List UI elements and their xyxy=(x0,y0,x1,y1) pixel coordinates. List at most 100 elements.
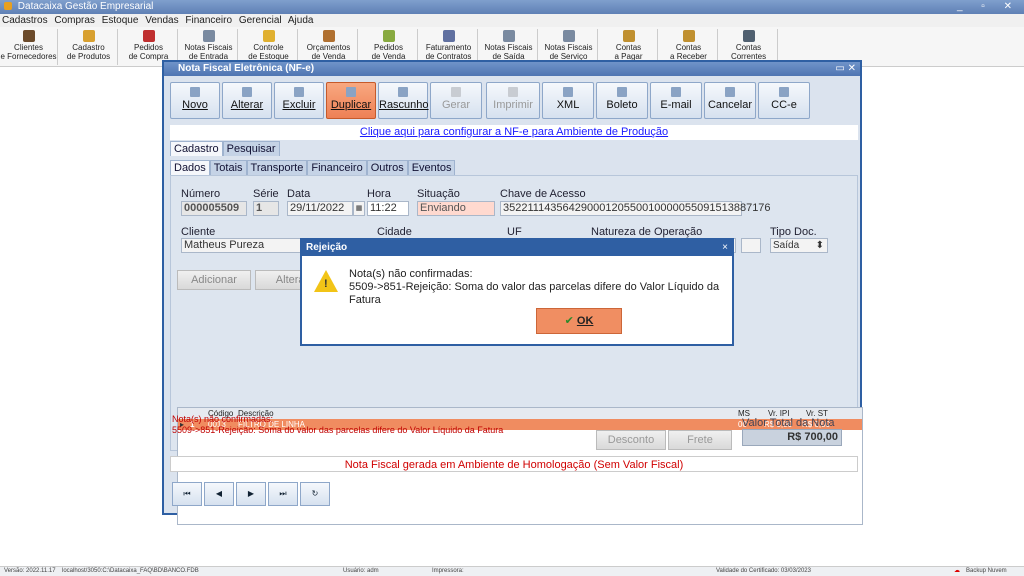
menu-gerencial[interactable]: Gerencial xyxy=(239,15,282,26)
nfe-title-bar: Nota Fiscal Eletrônica (NF-e) ▭ ✕ xyxy=(164,62,860,76)
toolbar-label: Faturamento de Contratos xyxy=(425,43,472,61)
tab-dados[interactable]: Dados xyxy=(170,160,210,175)
ok-button[interactable]: ✔ OK xyxy=(536,308,622,334)
data-field[interactable]: 29/11/2022 xyxy=(287,201,353,216)
toolbar-label: Notas Fiscais de Entrada xyxy=(184,43,233,61)
delete-icon xyxy=(294,87,304,97)
duplicate-icon xyxy=(346,87,356,97)
status-user: Usuário: adm xyxy=(343,568,379,574)
natureza-search-button[interactable] xyxy=(741,238,761,253)
menu-vendas[interactable]: Vendas xyxy=(145,15,178,26)
menu-estoque[interactable]: Estoque xyxy=(102,15,139,26)
button-label: Rascunho xyxy=(379,99,429,111)
edit-icon xyxy=(242,87,252,97)
toolbar-label: Notas Fiscais de Serviço xyxy=(544,43,593,61)
data-label: Data xyxy=(287,188,311,200)
button-label: XML xyxy=(556,99,580,111)
document-icon xyxy=(502,30,515,42)
novo-button[interactable]: Novo xyxy=(170,82,220,119)
error-title: Nota(s) não confirmadas: xyxy=(172,414,274,424)
tab-pesquisar[interactable]: Pesquisar xyxy=(222,141,280,156)
status-certificate: Validade do Certificado: 03/03/2023 xyxy=(716,568,811,574)
last-record-button[interactable]: ⏭ xyxy=(268,482,298,506)
safe-icon xyxy=(742,30,755,42)
rejeicao-dialog: Rejeição × ! Nota(s) não confirmadas: 55… xyxy=(300,238,734,346)
status-database: localhost/3050:C:\Datacaixa_FAQ\BD\BANCO… xyxy=(62,568,199,574)
tipo-doc-label: Tipo Doc. xyxy=(770,226,817,238)
menu-financeiro[interactable]: Financeiro xyxy=(185,15,232,26)
stack-icon xyxy=(262,30,275,42)
alterar-button[interactable]: Alterar xyxy=(222,82,272,119)
people-icon xyxy=(22,30,35,42)
chave-acesso-field[interactable]: 3522111435642900012055001000005509151388… xyxy=(500,201,771,216)
dialog-close-icon[interactable]: × xyxy=(722,240,728,256)
natureza-label: Natureza de Operação xyxy=(591,226,703,238)
menu-ajuda[interactable]: Ajuda xyxy=(288,15,314,26)
excluir-button[interactable]: Excluir xyxy=(274,82,324,119)
document-icon xyxy=(562,30,575,42)
main-tabs: Cadastro Pesquisar xyxy=(170,141,280,156)
boleto-button[interactable]: Boleto xyxy=(596,82,648,119)
button-label: Excluir xyxy=(282,99,316,111)
serie-label: Série xyxy=(253,188,279,200)
draft-icon xyxy=(398,87,408,97)
xml-button[interactable]: XML xyxy=(542,82,594,119)
homologacao-banner: Nota Fiscal gerada em Ambiente de Homolo… xyxy=(170,456,858,472)
dialog-title: Rejeição xyxy=(306,242,348,253)
gerar-button[interactable]: Gerar xyxy=(430,82,482,119)
desconto-button[interactable]: Desconto xyxy=(596,430,666,450)
e-mail-button[interactable]: E-mail xyxy=(650,82,702,119)
list-icon xyxy=(442,30,455,42)
document-icon xyxy=(202,30,215,42)
serie-field[interactable]: 1 xyxy=(253,201,279,216)
app-logo-icon xyxy=(4,2,12,10)
tab-eventos[interactable]: Eventos xyxy=(407,160,456,175)
print-icon xyxy=(508,87,518,97)
refresh-button[interactable]: ↻ xyxy=(300,482,330,506)
toolbar-label: Controle de Estoque xyxy=(248,43,289,61)
duplicar-button[interactable]: Duplicar xyxy=(326,82,376,119)
frete-button[interactable]: Frete xyxy=(668,430,732,450)
situacao-label: Situação xyxy=(417,188,460,200)
config-production-link[interactable]: Clique aqui para configurar a NF-e para … xyxy=(170,125,858,140)
numero-label: Número xyxy=(181,188,221,200)
money-icon xyxy=(682,30,695,42)
numero-field[interactable]: 000005509 xyxy=(181,201,247,216)
prev-record-button[interactable]: ◀ xyxy=(204,482,234,506)
button-label: Boleto xyxy=(606,99,638,111)
rascunho-button[interactable]: Rascunho xyxy=(378,82,429,119)
status-printer: Impressora: xyxy=(432,568,464,574)
nfe-window-controls[interactable]: ▭ ✕ xyxy=(835,62,856,76)
select-arrow-icon: ⬍ xyxy=(815,240,824,251)
menu-cadastros[interactable]: Cadastros xyxy=(2,15,48,26)
status-backup[interactable]: Backup Nuvem xyxy=(966,567,1007,576)
menu-bar: Cadastros Compras Estoque Vendas Finance… xyxy=(0,14,1024,27)
situacao-field[interactable]: Enviando xyxy=(417,201,495,216)
error-detail: 5509->851-Rejeição: Soma do valor das pa… xyxy=(172,425,504,435)
first-record-button[interactable]: ⏮ xyxy=(172,482,202,506)
button-label: CC-e xyxy=(771,99,797,111)
cancelar-button[interactable]: Cancelar xyxy=(704,82,756,119)
hora-field[interactable]: 11:22 xyxy=(367,201,409,216)
toolbar-button-0[interactable]: Clientes e Fornecedores xyxy=(0,29,58,65)
status-bar: Versão: 2022.11.17 localhost/3050:C:\Dat… xyxy=(0,566,1024,576)
tab-cadastro[interactable]: Cadastro xyxy=(170,141,223,156)
tipo-doc-select[interactable]: Saída ⬍ xyxy=(770,238,828,253)
tab-outros[interactable]: Outros xyxy=(366,160,408,175)
tab-financeiro[interactable]: Financeiro xyxy=(307,160,367,175)
imprimir-button[interactable]: Imprimir xyxy=(486,82,540,119)
next-record-button[interactable]: ▶ xyxy=(236,482,266,506)
generate-icon xyxy=(451,87,461,97)
adicionar-item-button[interactable]: Adicionar xyxy=(177,270,251,290)
boleto-icon xyxy=(617,87,627,97)
calendar-icon[interactable]: ▦ xyxy=(353,201,365,216)
toolbar-button-1[interactable]: Cadastro de Produtos xyxy=(60,29,118,65)
cliente-label: Cliente xyxy=(181,226,216,238)
button-label: Alterar xyxy=(230,99,264,111)
tab-totais[interactable]: Totais xyxy=(209,160,247,175)
menu-compras[interactable]: Compras xyxy=(54,15,95,26)
tab-transporte[interactable]: Transporte xyxy=(246,160,308,175)
toolbar-label: Notas Fiscais de Saída xyxy=(484,43,533,61)
cc-e-button[interactable]: CC-e xyxy=(758,82,810,119)
window-controls[interactable]: _ ▫ ✕ xyxy=(957,0,1020,14)
